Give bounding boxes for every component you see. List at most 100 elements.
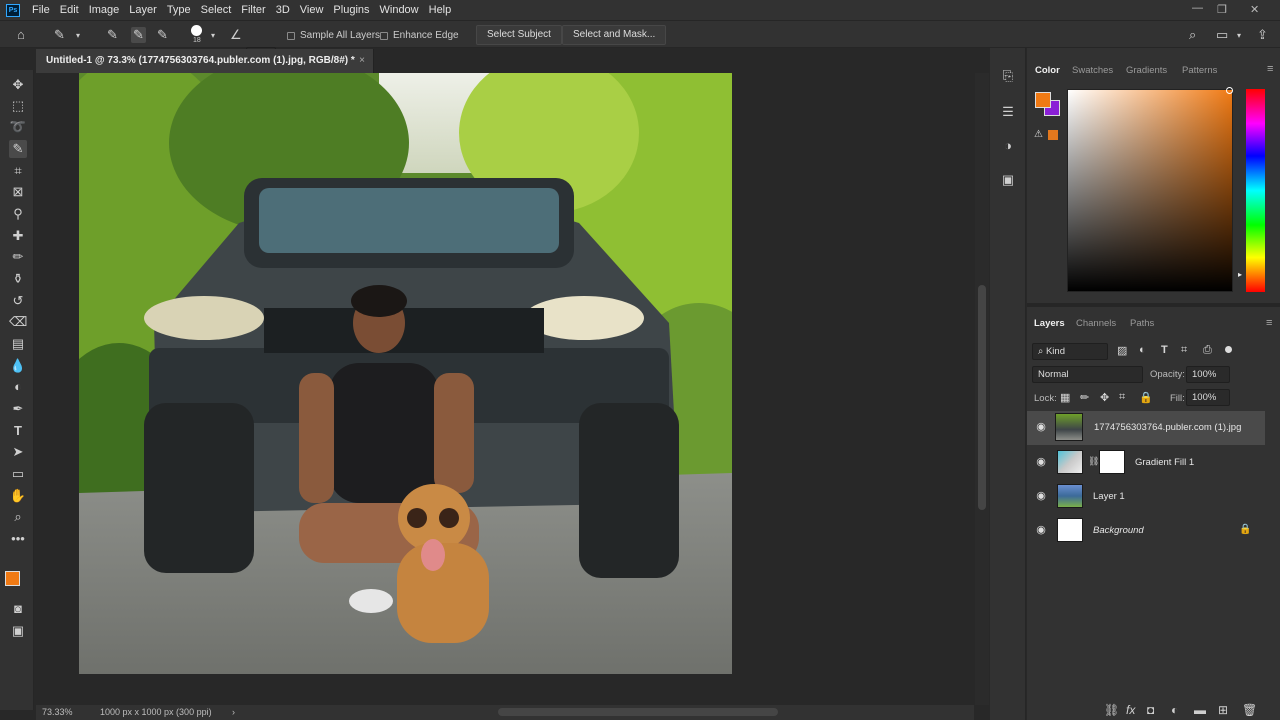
tab-gradients[interactable]: Gradients [1126, 65, 1167, 76]
more-tools-icon[interactable]: ••• [9, 530, 27, 548]
tab-paths[interactable]: Paths [1130, 318, 1154, 329]
quick-selection-preset-icon[interactable]: ✎ [54, 27, 65, 43]
lock-transparent-icon[interactable]: ▦ [1060, 391, 1070, 404]
lock-artboard-icon[interactable]: ⌗ [1119, 391, 1125, 404]
layer-name[interactable]: Layer 1 [1093, 491, 1125, 502]
layer-name[interactable]: Gradient Fill 1 [1135, 457, 1194, 468]
tab-patterns[interactable]: Patterns [1182, 65, 1217, 76]
add-to-selection-icon[interactable]: ✎ [131, 27, 146, 43]
brush-tool-icon[interactable]: ✏ [9, 248, 27, 266]
zoom-level[interactable]: 73.33% [42, 707, 73, 717]
menu-edit[interactable]: Edit [60, 4, 79, 16]
tab-layers[interactable]: Layers [1034, 318, 1065, 329]
menu-filter[interactable]: Filter [241, 4, 265, 16]
history-panel-icon[interactable]: ⎘ [1000, 68, 1016, 84]
new-selection-icon[interactable]: ✎ [107, 27, 118, 43]
visibility-eye-icon[interactable]: ◉ [1035, 524, 1047, 536]
horizontal-scroll-thumb[interactable] [498, 708, 778, 716]
restore-button[interactable]: ❐ [1217, 3, 1227, 16]
new-adjustment-layer-icon[interactable]: ◐ [1171, 703, 1178, 717]
crop-tool-icon[interactable]: ⌗ [9, 162, 27, 180]
visibility-eye-icon[interactable]: ◉ [1035, 421, 1047, 433]
menu-file[interactable]: File [32, 4, 50, 16]
brush-preview-icon[interactable] [191, 25, 202, 36]
layer-name[interactable]: Background [1093, 525, 1144, 536]
document-image[interactable] [79, 73, 732, 674]
layers-panel-menu-icon[interactable]: ≡ [1266, 317, 1272, 329]
zoom-tool-icon[interactable]: ⌕ [9, 508, 27, 526]
layer-row-layer-1[interactable]: ◉ Layer 1 [1027, 480, 1265, 514]
close-window-button[interactable]: ✕ [1250, 3, 1259, 16]
healing-brush-icon[interactable]: ✚ [9, 227, 27, 245]
menu-help[interactable]: Help [429, 4, 452, 16]
eraser-tool-icon[interactable]: ⌫ [9, 313, 27, 331]
fill-input[interactable]: 100% [1186, 389, 1230, 406]
tab-swatches[interactable]: Swatches [1072, 65, 1113, 76]
marquee-tool-icon[interactable]: ⬚ [9, 97, 27, 115]
link-chain-icon[interactable]: ⛓ [1088, 456, 1099, 467]
menu-view[interactable]: View [300, 4, 324, 16]
filter-shape-icon[interactable]: ⌗ [1181, 344, 1187, 357]
rectangle-tool-icon[interactable]: ▭ [9, 465, 27, 483]
chevron-down-icon[interactable]: ▾ [211, 31, 215, 40]
eyedropper-tool-icon[interactable]: ⚲ [9, 205, 27, 223]
filter-toggle-icon[interactable] [1225, 346, 1232, 353]
status-arrow-icon[interactable]: › [232, 707, 235, 717]
chevron-down-icon[interactable]: ▾ [76, 31, 80, 40]
filter-type-icon[interactable]: T [1161, 344, 1168, 356]
document-tab[interactable]: Untitled-1 @ 73.3% (1774756303764.publer… [36, 49, 374, 73]
visibility-eye-icon[interactable]: ◉ [1035, 456, 1047, 468]
foreground-color-chip[interactable] [1035, 92, 1051, 108]
menu-plugins[interactable]: Plugins [333, 4, 369, 16]
filter-smart-object-icon[interactable]: ⎙ [1203, 344, 1212, 357]
layer-row-photo[interactable]: ◉ 1774756303764.publer.com (1).jpg [1027, 411, 1265, 445]
properties-panel-icon[interactable]: ◑ [1000, 138, 1016, 154]
workspace-icon[interactable]: ▭ [1216, 27, 1228, 43]
quick-mask-icon[interactable]: ◙ [9, 600, 27, 618]
lock-icon[interactable]: 🔒 [1239, 524, 1251, 535]
lock-all-icon[interactable]: 🔒 [1139, 391, 1153, 404]
layer-name[interactable]: 1774756303764.publer.com (1).jpg [1094, 422, 1241, 433]
menu-window[interactable]: Window [380, 4, 419, 16]
link-layers-icon[interactable]: ⛓ [1104, 703, 1119, 717]
menu-type[interactable]: Type [167, 4, 191, 16]
color-picker-cursor[interactable] [1226, 87, 1233, 94]
move-tool-icon[interactable]: ✥ [9, 76, 27, 94]
filter-pixel-icon[interactable]: ▨ [1117, 344, 1127, 357]
screen-mode-icon[interactable]: ▣ [9, 622, 27, 640]
quick-selection-tool-icon[interactable]: ✎ [9, 140, 27, 158]
search-icon[interactable]: ⌕ [1189, 27, 1196, 43]
sample-all-layers-checkbox[interactable] [287, 32, 295, 40]
blend-mode-select[interactable]: Normal [1032, 366, 1143, 383]
subtract-selection-icon[interactable]: ✎ [157, 27, 168, 43]
frame-tool-icon[interactable]: ⊠ [9, 183, 27, 201]
menu-3d[interactable]: 3D [276, 4, 290, 16]
visibility-eye-icon[interactable]: ◉ [1035, 490, 1047, 502]
layer-style-icon[interactable]: fx [1126, 703, 1135, 717]
add-mask-icon[interactable]: ◘ [1147, 703, 1154, 717]
new-group-icon[interactable]: ▬ [1194, 703, 1206, 717]
layer-row-background[interactable]: ◉ Background 🔒 [1027, 514, 1265, 548]
menu-select[interactable]: Select [201, 4, 232, 16]
layer-mask-thumbnail[interactable] [1099, 450, 1125, 474]
tab-color[interactable]: Color [1035, 65, 1060, 76]
gradient-tool-icon[interactable]: ▤ [9, 335, 27, 353]
select-and-mask-button[interactable]: Select and Mask... [562, 25, 667, 45]
clone-stamp-icon[interactable]: ⚱ [9, 270, 27, 288]
opacity-input[interactable]: 100% [1186, 366, 1230, 383]
vertical-scroll-thumb[interactable] [978, 285, 986, 510]
type-tool-icon[interactable]: T [9, 422, 27, 440]
menu-image[interactable]: Image [89, 4, 120, 16]
path-selection-icon[interactable]: ➤ [9, 443, 27, 461]
panel-menu-icon[interactable]: ≡ [1267, 63, 1273, 75]
lasso-tool-icon[interactable]: ➰ [9, 118, 27, 136]
adjustments-panel-icon[interactable]: ☰ [1000, 104, 1016, 120]
enhance-edge-checkbox[interactable] [380, 32, 388, 40]
filter-adjustment-icon[interactable]: ◐ [1139, 344, 1146, 356]
color-field[interactable] [1067, 89, 1233, 292]
hue-slider-handle-icon[interactable]: ▸ [1238, 270, 1242, 279]
hue-slider[interactable] [1246, 89, 1265, 292]
menu-layer[interactable]: Layer [129, 4, 157, 16]
new-layer-icon[interactable]: ⊞ [1218, 703, 1228, 717]
chevron-down-icon[interactable]: ▾ [1237, 31, 1241, 40]
